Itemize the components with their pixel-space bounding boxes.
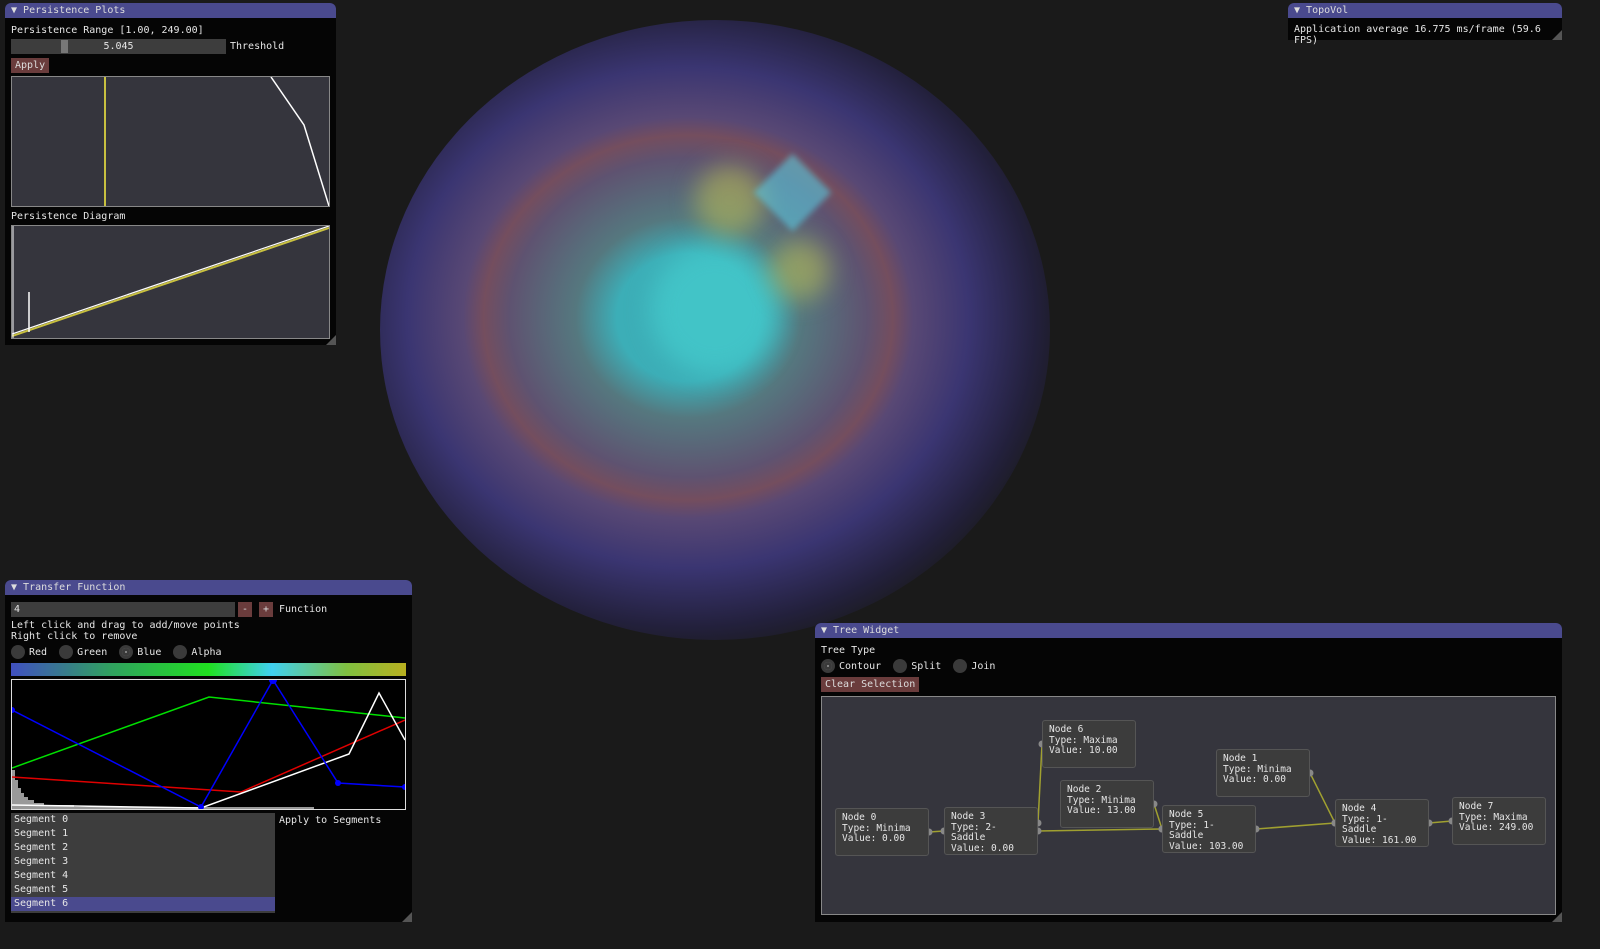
tree-widget-window: ▼ Tree Widget Tree Type Contour Split Jo…: [815, 623, 1562, 922]
clear-selection-button[interactable]: Clear Selection: [821, 677, 920, 692]
node-name: Node 5: [1169, 809, 1204, 820]
transfer-function-window: ▼ Transfer Function 4 - + Function Left …: [5, 580, 412, 922]
segment-item[interactable]: Segment 6: [11, 897, 275, 911]
volume-feature-yellow: [695, 165, 765, 235]
resize-grip[interactable]: [326, 335, 336, 345]
radio-contour[interactable]: Contour: [821, 659, 881, 673]
resize-grip[interactable]: [1552, 30, 1562, 40]
segment-item[interactable]: Segment 1: [11, 827, 275, 841]
tree-edge: [1309, 772, 1336, 824]
node-name: Node 3: [951, 811, 986, 822]
node-name: Node 2: [1067, 784, 1102, 795]
node-value: Value: 13.00: [1067, 805, 1136, 816]
persistence-diagram-label: Persistence Diagram: [11, 211, 126, 222]
node-value: Value: 249.00: [1459, 822, 1534, 833]
tree-node[interactable]: Node 2 Type: Minima Value: 13.00: [1060, 780, 1154, 828]
node-type: Type: 1-Saddle: [1169, 819, 1215, 841]
window-title: Tree Widget: [833, 625, 900, 636]
node-value: Value: 103.00: [1169, 840, 1244, 852]
color-gradient-bar: [11, 663, 406, 676]
node-type: Type: 2-Saddle: [951, 821, 997, 843]
increment-button[interactable]: +: [259, 602, 274, 617]
tree-edge: [1153, 803, 1163, 830]
window-title-bar[interactable]: ▼ Persistence Plots: [5, 3, 336, 18]
alpha-curve: [12, 691, 405, 809]
decrement-button[interactable]: -: [238, 602, 253, 617]
channel-radio-group: Red Green Blue Alpha: [11, 645, 222, 659]
help-text-1: Left click and drag to add/move points: [11, 620, 240, 631]
tree-node[interactable]: Node 3 Type: 2-Saddle Value: 0.00: [944, 807, 1038, 855]
tree-type-label: Tree Type: [821, 645, 876, 656]
window-title-bar[interactable]: ▼ Tree Widget: [815, 623, 1562, 638]
radio-red[interactable]: Red: [11, 645, 47, 659]
persistence-range-label: Persistence Range [1.00, 249.00]: [11, 25, 204, 36]
tree-node[interactable]: Node 6 Type: Maxima Value: 10.00: [1042, 720, 1136, 768]
transfer-function-editor[interactable]: [11, 679, 406, 810]
radio-blue[interactable]: Blue: [119, 645, 161, 659]
window-title: TopoVol: [1306, 5, 1349, 16]
node-value: Value: 0.00: [842, 833, 905, 844]
resize-grip[interactable]: [402, 912, 412, 922]
diagonal-line: [12, 227, 329, 337]
green-curve: [12, 696, 405, 769]
apply-button[interactable]: Apply: [11, 58, 50, 73]
node-name: Node 6: [1049, 724, 1084, 735]
radio-split[interactable]: Split: [893, 659, 941, 673]
volume-feature-yellow-2: [770, 240, 830, 300]
tree-node[interactable]: Node 1 Type: Minima Value: 0.00: [1216, 749, 1310, 797]
slider-value: 5.045: [103, 41, 134, 52]
red-curve: [12, 719, 405, 793]
threshold-label: Threshold: [230, 41, 285, 52]
tree-node[interactable]: Node 5 Type: 1-Saddle Value: 103.00: [1162, 805, 1256, 853]
threshold-slider[interactable]: 5.045: [11, 39, 226, 54]
segment-item[interactable]: Segment 4: [11, 869, 275, 883]
segment-item[interactable]: Segment 0: [11, 813, 275, 827]
segment-item[interactable]: Segment 3: [11, 855, 275, 869]
tree-edge: [1255, 822, 1336, 830]
persistence-curve: [270, 77, 329, 206]
node-value: Value: 0.00: [1223, 774, 1286, 785]
segment-item[interactable]: Segment 5: [11, 883, 275, 897]
window-title-bar[interactable]: ▼ TopoVol: [1288, 3, 1562, 18]
node-name: Node 4: [1342, 803, 1377, 814]
node-name: Node 7: [1459, 801, 1494, 812]
node-type: Type: 1-Saddle: [1342, 813, 1388, 835]
window-title: Persistence Plots: [23, 5, 126, 16]
radio-green[interactable]: Green: [59, 645, 107, 659]
tree-type-radio-group: Contour Split Join: [821, 659, 995, 673]
fps-text: Application average 16.775 ms/frame (59.…: [1294, 24, 1541, 46]
tree-node[interactable]: Node 7 Type: Maxima Value: 249.00: [1452, 797, 1546, 845]
persistence-plot[interactable]: [11, 76, 330, 207]
blue-curve: [12, 680, 405, 808]
tree-node[interactable]: Node 0 Type: Minima Value: 0.00: [835, 808, 929, 856]
tree-node[interactable]: Node 4 Type: 1-Saddle Value: 161.00: [1335, 799, 1429, 847]
node-name: Node 0: [842, 812, 877, 823]
node-value: Value: 0.00: [951, 842, 1014, 854]
function-index-input[interactable]: 4: [11, 602, 235, 617]
apply-to-segments-button[interactable]: Apply to Segments: [279, 815, 381, 826]
radio-join[interactable]: Join: [953, 659, 995, 673]
tree-edge: [1037, 828, 1163, 832]
volume-feature-cyan: [650, 245, 780, 375]
help-text-2: Right click to remove: [11, 631, 138, 642]
resize-grip[interactable]: [1552, 912, 1562, 922]
persistence-pair-line: [12, 226, 329, 335]
segment-item[interactable]: Segment 2: [11, 841, 275, 855]
node-value: Value: 10.00: [1049, 745, 1118, 756]
segment-list[interactable]: Segment 0 Segment 1 Segment 2 Segment 3 Segm…: [11, 813, 275, 913]
persistence-diagram[interactable]: [11, 225, 330, 339]
node-name: Node 1: [1223, 753, 1258, 764]
window-title-bar[interactable]: ▼ Transfer Function: [5, 580, 412, 595]
window-title: Transfer Function: [23, 582, 126, 593]
persistence-plots-window: ▼ Persistence Plots Persistence Range [1…: [5, 3, 336, 345]
topovol-window: ▼ TopoVol Application average 16.775 ms/…: [1288, 3, 1562, 46]
node-value: Value: 161.00: [1342, 834, 1417, 846]
tree-canvas[interactable]: Node 0 Type: Minima Value: 0.00 Node 1 Type:…: [821, 696, 1556, 915]
function-label: Function: [279, 604, 328, 615]
histogram: [12, 770, 314, 809]
radio-alpha[interactable]: Alpha: [173, 645, 222, 659]
slider-grab[interactable]: [61, 40, 68, 53]
